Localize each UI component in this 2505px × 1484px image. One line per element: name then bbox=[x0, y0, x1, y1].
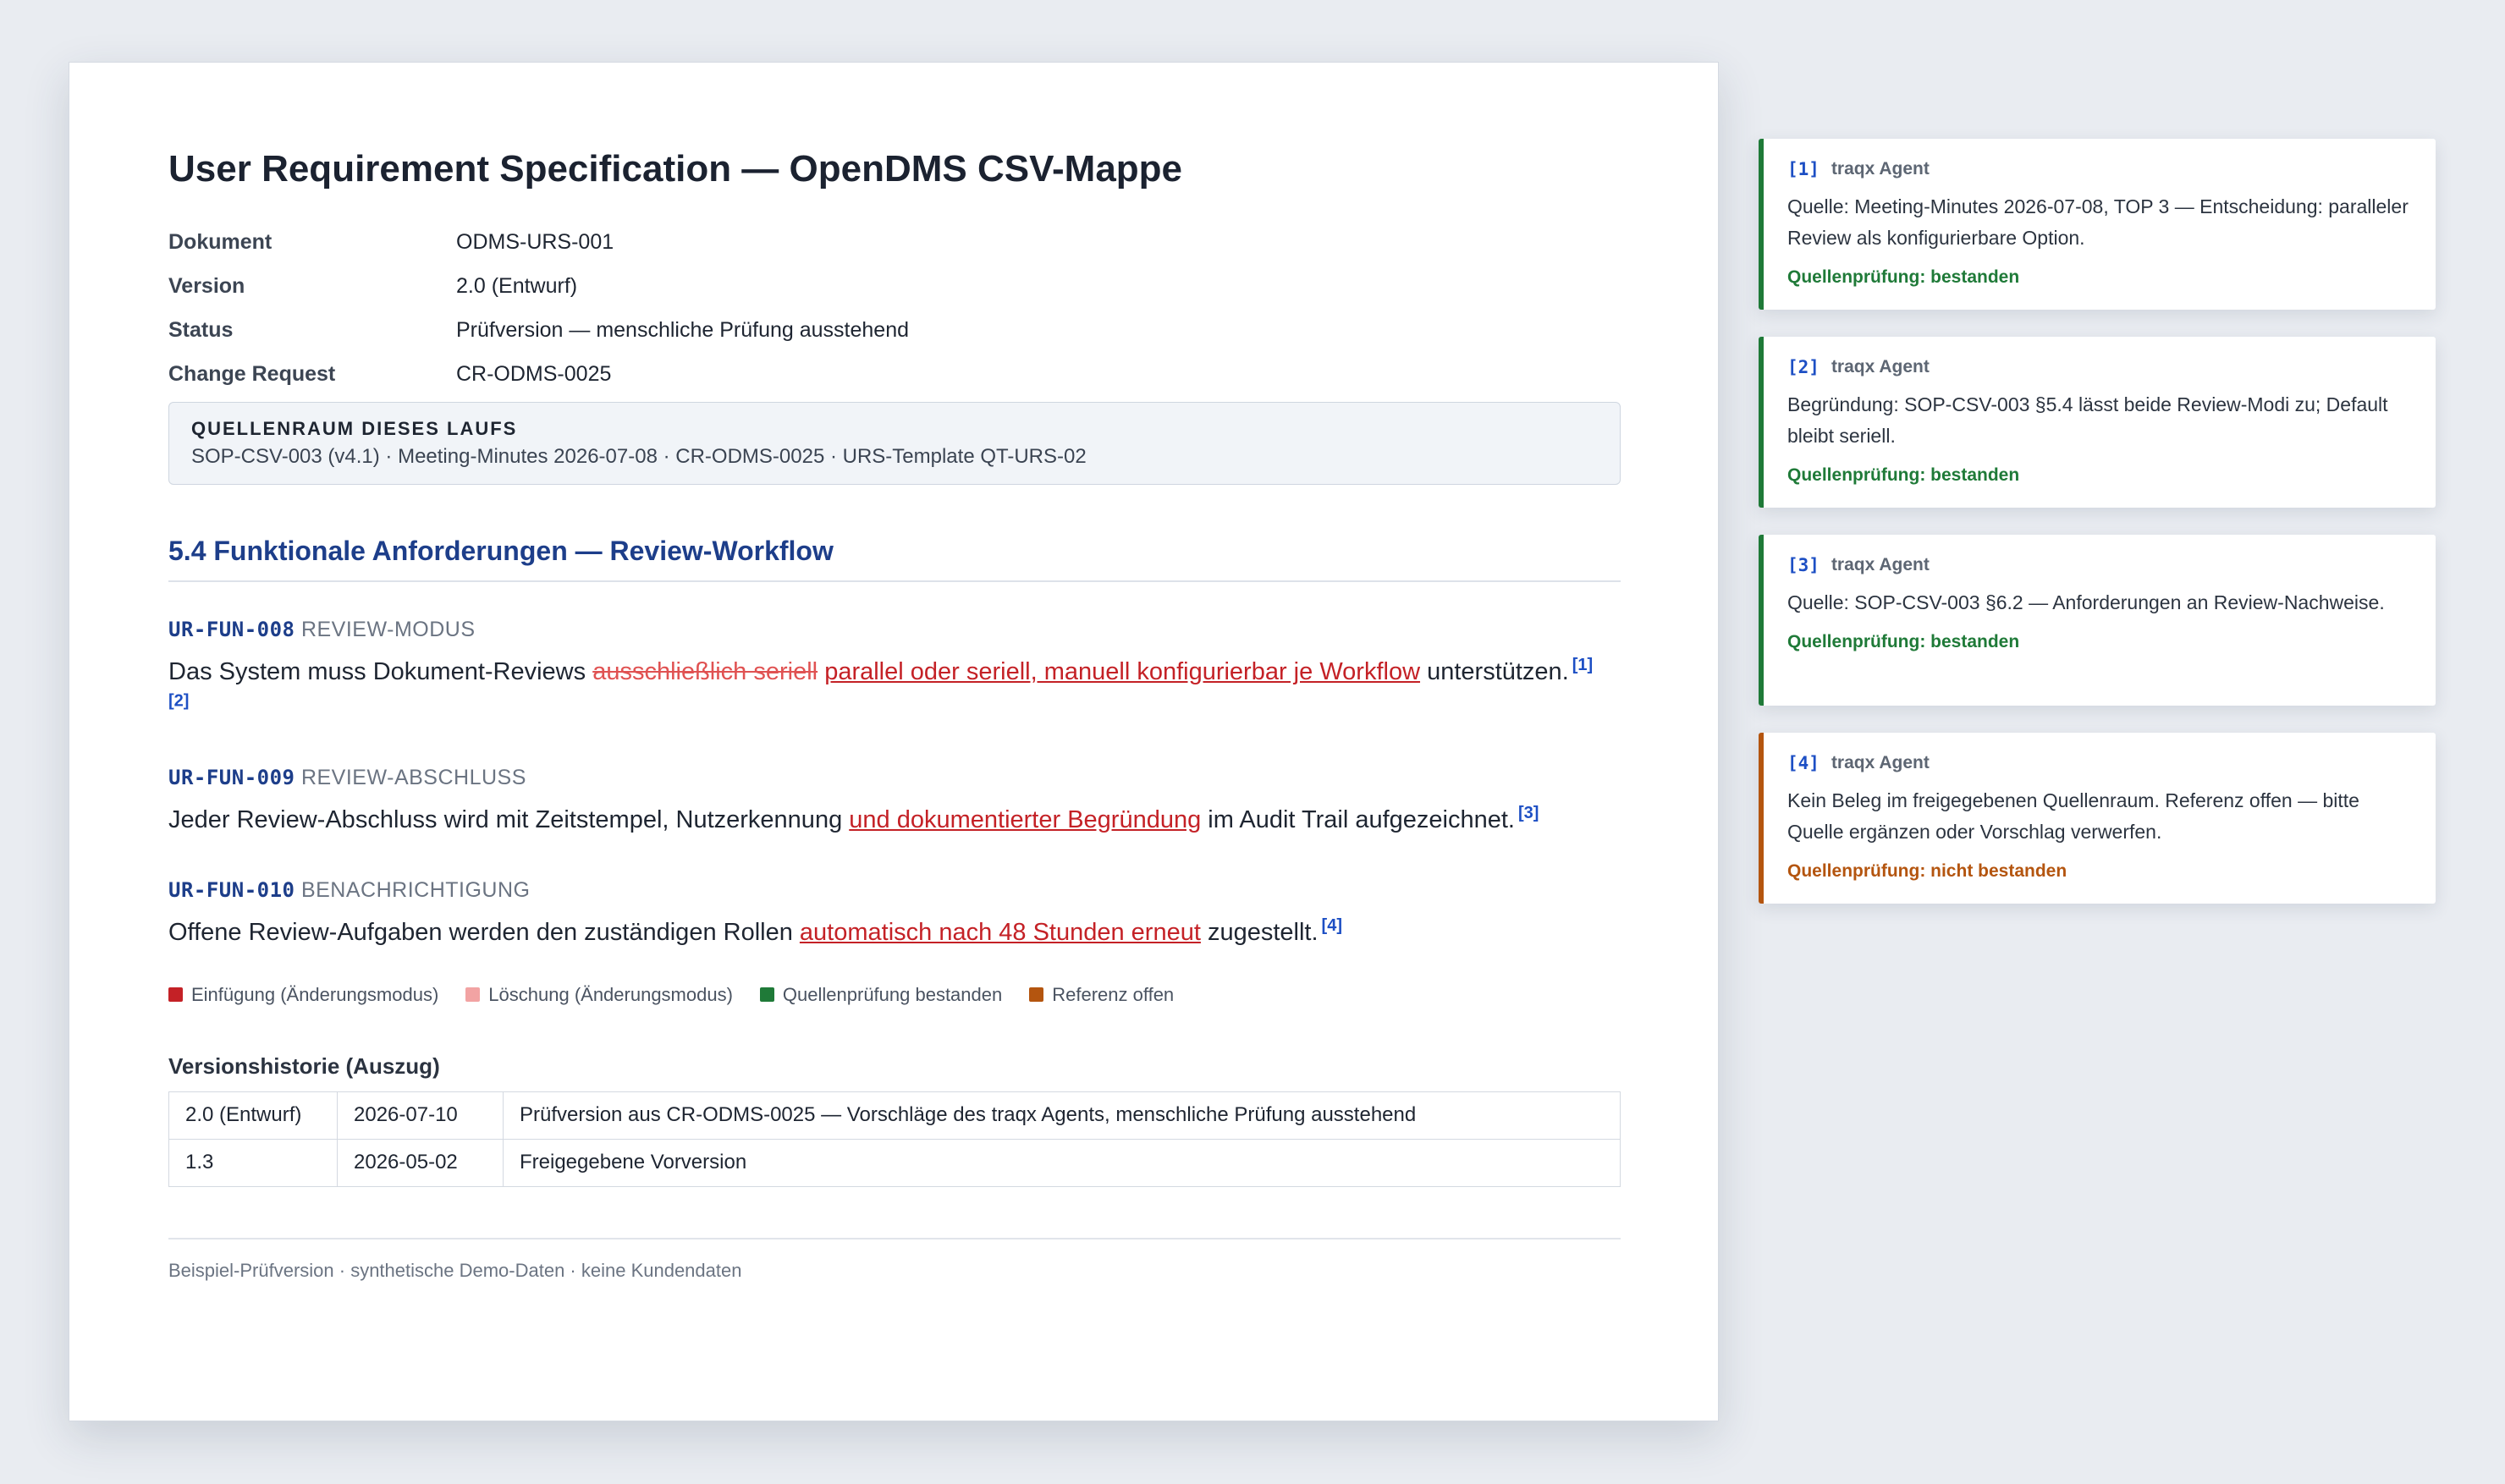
document-title: User Requirement Specification — OpenDMS… bbox=[168, 148, 1183, 190]
document-content: User Requirement Specification — OpenDMS… bbox=[168, 147, 1621, 1282]
meta-key: Version bbox=[168, 274, 245, 299]
text-segment: Jeder Review-Abschluss wird mit Zeitstem… bbox=[168, 805, 850, 833]
requirement-category: BENACHRICHTIGUNG bbox=[300, 877, 531, 902]
comment-text: Quelle: Meeting-Minutes 2026-07-08, TOP … bbox=[1787, 195, 2409, 249]
requirement-id-line: UR-FUN-010 BENACHRICHTIGUNG bbox=[168, 878, 1621, 903]
meta-key: Change Request bbox=[168, 362, 336, 387]
legend-label: Quellenprüfung bestanden bbox=[782, 983, 1003, 1005]
legend: Einfügung (Änderungsmodus) Löschung (Änd… bbox=[168, 984, 1621, 1006]
requirement-category: REVIEW-MODUS bbox=[300, 617, 476, 641]
legend-label: Einfügung (Änderungsmodus) bbox=[191, 983, 439, 1005]
text-segment: Offene Review-Aufgaben werden den zustän… bbox=[168, 918, 800, 946]
comment-sidebar: [1] traqx Agent Quelle: Meeting-Minutes … bbox=[1759, 139, 2436, 931]
table-cell: 2026-07-10 bbox=[337, 1091, 504, 1140]
comment-status: Quellenprüfung: bestanden bbox=[1787, 465, 2020, 485]
comment-header: [1] traqx Agent bbox=[1787, 159, 2414, 179]
comment-status: Quellenprüfung: bestanden bbox=[1787, 267, 2020, 287]
text-segment: unterstützen. bbox=[1420, 657, 1569, 685]
table-cell: Freigegebene Vorversion bbox=[503, 1138, 1621, 1187]
table-cell: 2.0 (Entwurf) bbox=[168, 1091, 338, 1140]
document-page: User Requirement Specification — OpenDMS… bbox=[69, 62, 1719, 1421]
legend-label: Löschung (Änderungsmodus) bbox=[488, 983, 733, 1005]
meta-value: CR-ODMS-0025 bbox=[456, 362, 612, 387]
footnote-ref-3[interactable]: [3] bbox=[1518, 804, 1539, 822]
legend-swatch bbox=[465, 987, 481, 1003]
comment-header: [4] traqx Agent bbox=[1787, 753, 2414, 773]
source-space-box: QUELLENRAUM DIESES LAUFS SOP-CSV-003 (v4… bbox=[168, 401, 1621, 485]
meta-row: Version 2.0 (Entwurf) bbox=[168, 265, 1621, 309]
meta-row: Status Prüfversion — menschliche Prüfung… bbox=[168, 309, 1621, 353]
tracked-insertion[interactable]: parallel oder seriell, manuell konfiguri… bbox=[824, 658, 1420, 685]
comment-header: [2] traqx Agent bbox=[1787, 357, 2414, 377]
comment-status: Quellenprüfung: nicht bestanden bbox=[1787, 861, 2067, 881]
footnote-ref-1[interactable]: [1] bbox=[1572, 656, 1593, 674]
comment-number: [4] bbox=[1787, 753, 1820, 773]
legend-swatch bbox=[168, 987, 183, 1003]
legend-label: Referenz offen bbox=[1052, 983, 1175, 1005]
comment-author: traqx Agent bbox=[1831, 555, 1930, 574]
legend-item-source-passed: Quellenprüfung bestanden bbox=[759, 983, 1003, 1006]
document-footer: Beispiel-Prüfversion · synthetische Demo… bbox=[168, 1237, 1621, 1282]
text-segment: im Audit Trail aufgezeichnet. bbox=[1201, 805, 1515, 833]
meta-value: Prüfversion — menschliche Prüfung ausste… bbox=[456, 318, 910, 343]
requirement-text: Das System muss Dokument-Reviews ausschl… bbox=[168, 654, 1621, 725]
meta-row: Change Request CR-ODMS-0025 bbox=[168, 353, 1621, 397]
legend-item-deletion: Löschung (Änderungsmodus) bbox=[465, 984, 733, 1006]
comment-card-2[interactable]: [2] traqx Agent Begründung: SOP-CSV-003 … bbox=[1759, 337, 2436, 508]
meta-key: Status bbox=[168, 318, 234, 343]
comment-status: Quellenprüfung: bestanden bbox=[1787, 632, 2020, 651]
comment-author: traqx Agent bbox=[1831, 753, 1930, 772]
requirement-id: UR-FUN-009 bbox=[168, 765, 295, 789]
text-segment: Das System muss Dokument-Reviews bbox=[168, 657, 593, 685]
requirement-text: Jeder Review-Abschluss wird mit Zeitstem… bbox=[168, 802, 1621, 838]
comment-text: Quelle: SOP-CSV-003 §6.2 — Anforderungen… bbox=[1787, 591, 2385, 613]
meta-value: 2.0 (Entwurf) bbox=[456, 274, 578, 299]
table-row: 1.3 2026-05-02 Freigegebene Vorversion bbox=[168, 1138, 1621, 1187]
tracked-insertion[interactable]: und dokumentierter Begründung bbox=[849, 806, 1201, 833]
comment-card-3[interactable]: [3] traqx Agent Quelle: SOP-CSV-003 §6.2… bbox=[1759, 535, 2436, 706]
meta-key: Dokument bbox=[168, 230, 273, 255]
requirement-id: UR-FUN-010 bbox=[168, 877, 295, 902]
section-heading: 5.4 Funktionale Anforderungen — Review-W… bbox=[168, 536, 1621, 582]
requirement-ur-fun-010: UR-FUN-010 BENACHRICHTIGUNG Offene Revie… bbox=[168, 878, 1621, 950]
comment-card-4[interactable]: [4] traqx Agent Kein Beleg im freigegebe… bbox=[1759, 733, 2436, 904]
table-cell: 1.3 bbox=[168, 1138, 338, 1187]
legend-swatch bbox=[759, 987, 774, 1003]
table-row: 2.0 (Entwurf) 2026-07-10 Prüfversion aus… bbox=[168, 1091, 1621, 1140]
table-cell: Prüfversion aus CR-ODMS-0025 — Vorschläg… bbox=[503, 1091, 1621, 1140]
footnote-ref-4[interactable]: [4] bbox=[1322, 916, 1342, 935]
requirement-ur-fun-008: UR-FUN-008 REVIEW-MODUS Das System muss … bbox=[168, 618, 1621, 725]
comment-text: Kein Beleg im freigegebenen Quellenraum.… bbox=[1787, 789, 2359, 843]
requirement-ur-fun-009: UR-FUN-009 REVIEW-ABSCHLUSS Jeder Review… bbox=[168, 766, 1621, 838]
requirement-text: Offene Review-Aufgaben werden den zustän… bbox=[168, 915, 1621, 950]
comment-number: [1] bbox=[1787, 159, 1820, 179]
comment-number: [2] bbox=[1787, 357, 1820, 377]
legend-item-insertion: Einfügung (Änderungsmodus) bbox=[168, 984, 438, 1006]
requirement-id-line: UR-FUN-008 REVIEW-MODUS bbox=[168, 618, 1621, 642]
legend-swatch bbox=[1029, 987, 1044, 1003]
table-cell: 2026-05-02 bbox=[337, 1138, 504, 1187]
requirement-id-line: UR-FUN-009 REVIEW-ABSCHLUSS bbox=[168, 766, 1621, 790]
comment-header: [3] traqx Agent bbox=[1787, 555, 2414, 575]
text-segment: zugestellt. bbox=[1200, 918, 1319, 946]
comment-card-1[interactable]: [1] traqx Agent Quelle: Meeting-Minutes … bbox=[1759, 139, 2436, 310]
metadata-table: Dokument ODMS-URS-001 Version 2.0 (Entwu… bbox=[168, 221, 1621, 397]
requirement-id: UR-FUN-008 bbox=[168, 617, 295, 641]
requirement-category: REVIEW-ABSCHLUSS bbox=[300, 765, 526, 789]
tracked-deletion[interactable]: ausschließlich seriell bbox=[592, 658, 818, 685]
legend-item-reference-open: Referenz offen bbox=[1029, 984, 1174, 1006]
tracked-insertion[interactable]: automatisch nach 48 Stunden erneut bbox=[800, 919, 1201, 946]
source-space-heading: QUELLENRAUM DIESES LAUFS bbox=[191, 417, 518, 439]
comment-text: Begründung: SOP-CSV-003 §5.4 lässt beide… bbox=[1787, 393, 2388, 447]
source-space-list: SOP-CSV-003 (v4.1) · Meeting-Minutes 202… bbox=[191, 444, 1087, 468]
meta-row: Dokument ODMS-URS-001 bbox=[168, 221, 1621, 265]
meta-value: ODMS-URS-001 bbox=[456, 230, 614, 255]
comment-number: [3] bbox=[1787, 555, 1820, 575]
comment-author: traqx Agent bbox=[1831, 357, 1930, 376]
version-history-title: Versionshistorie (Auszug) bbox=[168, 1053, 440, 1079]
footnote-ref-2[interactable]: [2] bbox=[168, 691, 189, 710]
comment-author: traqx Agent bbox=[1831, 159, 1930, 179]
version-history-table: 2.0 (Entwurf) 2026-07-10 Prüfversion aus… bbox=[168, 1091, 1621, 1187]
